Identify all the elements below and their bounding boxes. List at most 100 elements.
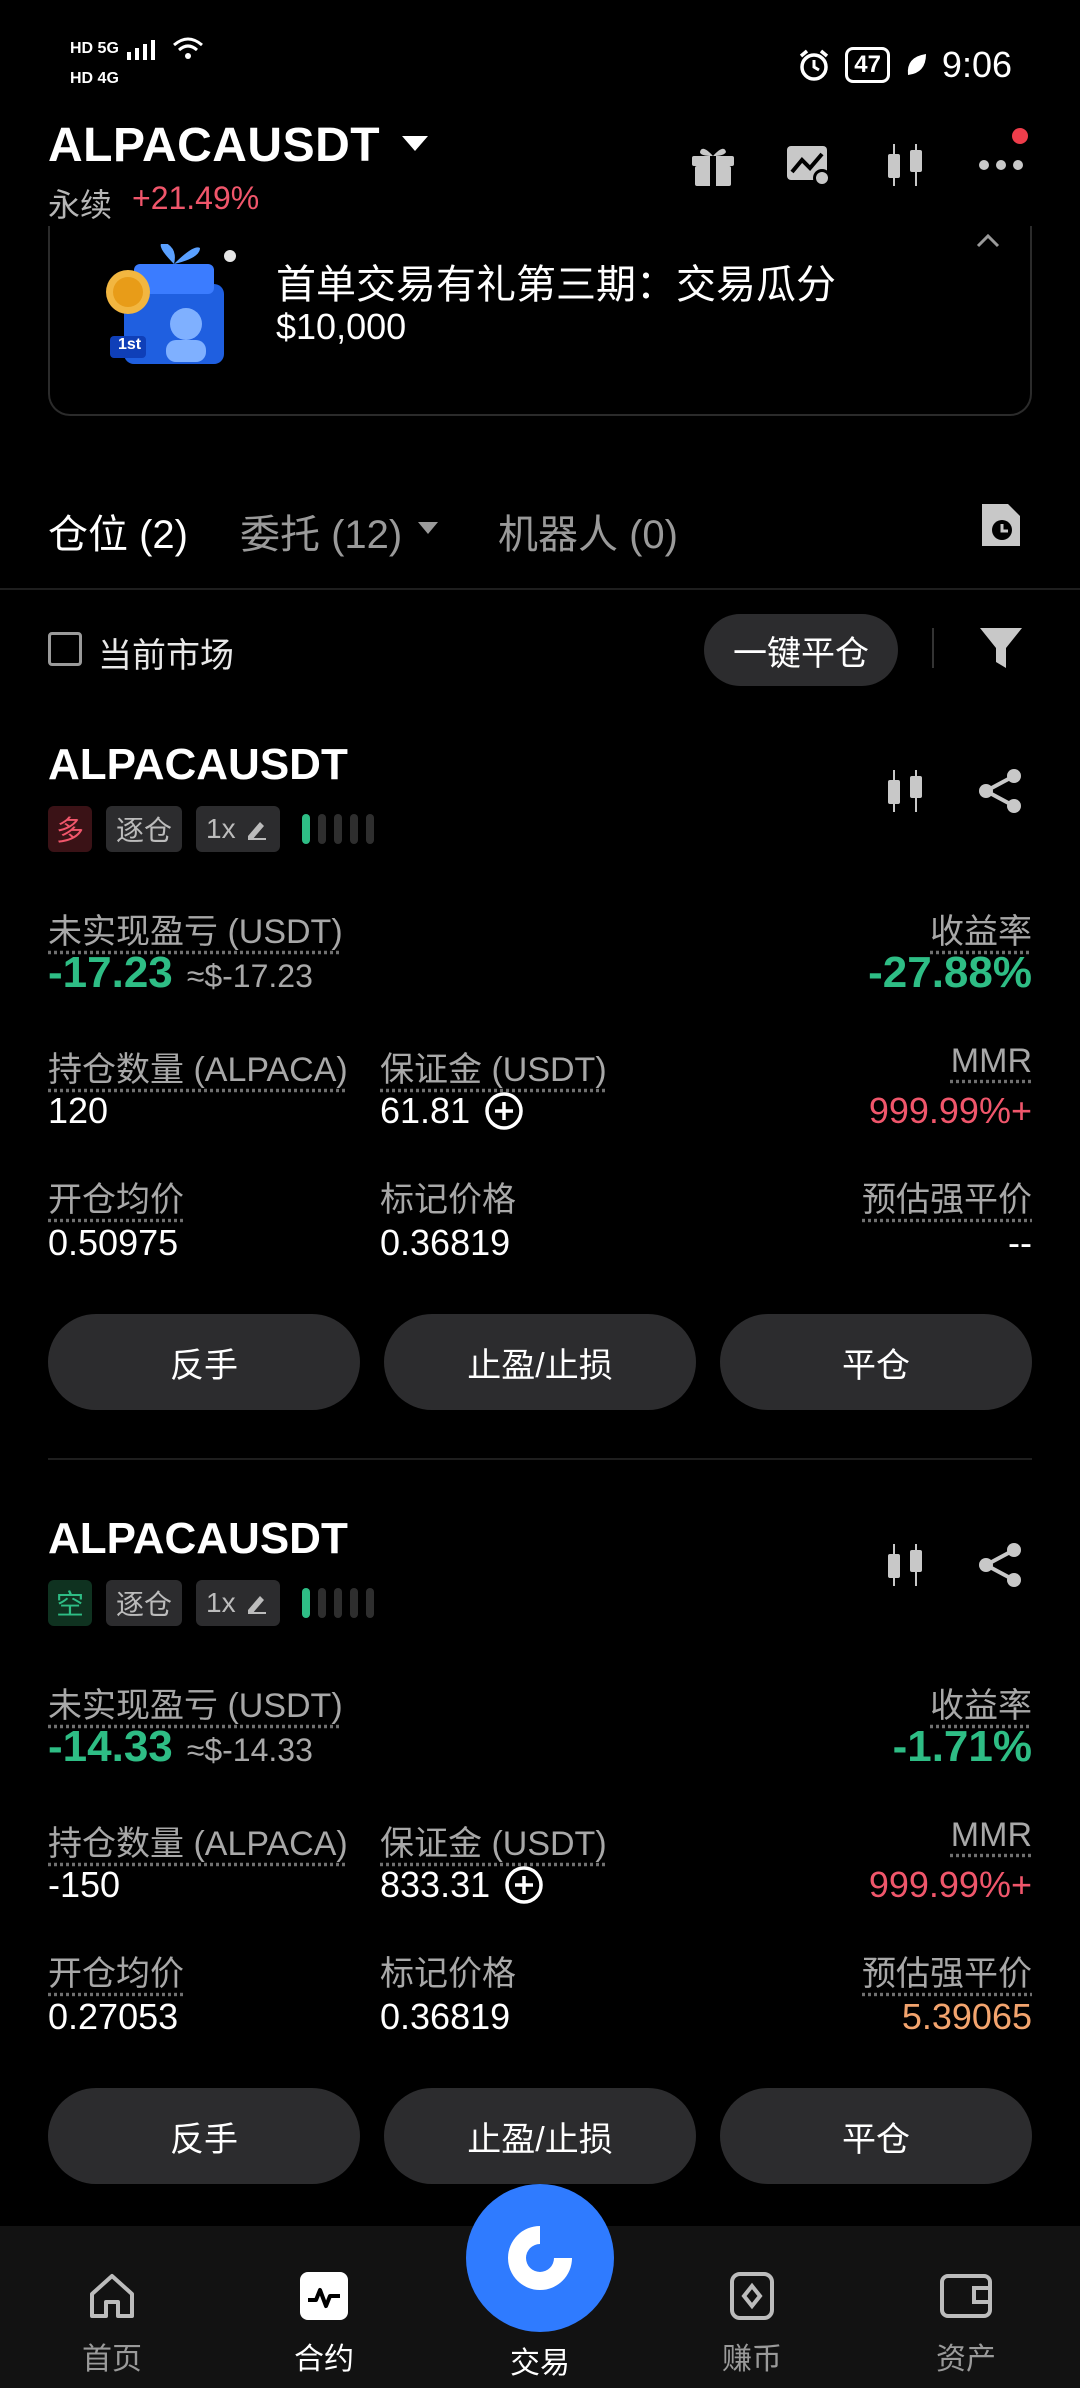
leverage-level-bars [301, 1588, 374, 1618]
add-margin-icon[interactable] [484, 1091, 524, 1131]
collapse-chevron-icon[interactable] [974, 226, 1002, 254]
margin-value: 61.81 [380, 1090, 471, 1131]
mmr-value: 999.99%+ [868, 1090, 1032, 1131]
position-divider [48, 1458, 1032, 1460]
current-market-checkbox[interactable] [48, 632, 82, 666]
promo-title: 首单交易有礼第三期：交易瓜分 [276, 263, 836, 307]
candlestick-icon[interactable] [880, 140, 930, 190]
edit-icon [247, 1596, 266, 1614]
entry-price-value: 0.27053 [48, 1996, 179, 2037]
unrealized-pnl-label: 未实现盈亏 (USDT) [48, 1687, 343, 1725]
nav-trade-fab[interactable] [466, 2184, 614, 2332]
futures-icon [300, 2272, 348, 2320]
nav-label: 首页 [82, 2343, 142, 2376]
sim1-label: HD 5G [70, 40, 119, 57]
reverse-button[interactable]: 反手 [48, 2088, 360, 2184]
roe-label: 收益率 [930, 913, 1032, 951]
filter-icon[interactable] [978, 624, 1024, 672]
more-icon[interactable] [976, 140, 1026, 190]
filter-separator [932, 628, 934, 668]
sim2-label: HD 4G [70, 70, 119, 87]
position-symbol[interactable]: ALPACAUSDT [48, 740, 348, 790]
tp-sl-button[interactable]: 止盈/止损 [384, 2088, 696, 2184]
tab-positions[interactable]: 仓位 (2) [48, 502, 188, 560]
margin-label: 保证金 (USDT) [380, 1825, 607, 1863]
unrealized-pnl-label: 未实现盈亏 (USDT) [48, 913, 343, 951]
signal-indicators: HD 5G HD 4G [70, 36, 205, 90]
share-icon[interactable] [976, 766, 1026, 816]
nav-home[interactable]: 首页 [52, 2270, 172, 2378]
price-change: +21.49% [132, 180, 260, 216]
tab-orders[interactable]: 委托 (12) [240, 502, 402, 560]
unrealized-pnl-value: -17.23 [48, 948, 173, 997]
battery-indicator: 47 [845, 47, 890, 83]
edit-icon [247, 822, 266, 840]
trade-icon [508, 2226, 572, 2290]
entry-price-value: 0.50975 [48, 1222, 179, 1263]
mark-price-label: 标记价格 [380, 1955, 516, 1993]
leverage-level-bars [301, 814, 374, 844]
tp-sl-button[interactable]: 止盈/止损 [384, 1314, 696, 1410]
nav-label: 赚币 [722, 2343, 782, 2376]
roe-label: 收益率 [930, 1687, 1032, 1725]
orders-dropdown-caret-icon[interactable] [418, 522, 438, 534]
nav-assets[interactable]: 资产 [906, 2270, 1026, 2378]
liq-price-value: -- [1008, 1222, 1032, 1263]
signal-icon [126, 40, 155, 60]
history-icon[interactable] [978, 500, 1024, 550]
nav-label: 合约 [294, 2343, 354, 2376]
alarm-icon [800, 49, 829, 81]
leverage-value: 1x [206, 813, 236, 844]
current-market-label: 当前市场 [98, 637, 234, 675]
mmr-label: MMR [950, 1042, 1032, 1080]
position-symbol[interactable]: ALPACAUSDT [48, 1514, 348, 1564]
margin-label: 保证金 (USDT) [380, 1051, 607, 1089]
liq-price-label: 预估强平价 [862, 1955, 1032, 1993]
close-position-button[interactable]: 平仓 [720, 2088, 1032, 2184]
reverse-button[interactable]: 反手 [48, 1314, 360, 1410]
add-margin-icon[interactable] [504, 1865, 544, 1905]
unrealized-pnl-usd: ≈$-17.23 [186, 958, 313, 994]
unrealized-pnl-usd: ≈$-14.33 [186, 1732, 313, 1768]
pair-title[interactable]: ALPACAUSDT [48, 118, 380, 173]
liq-price-value: 5.39065 [901, 1996, 1032, 2037]
roe-value: -27.88% [868, 948, 1032, 997]
status-bar: HD 5G HD 4G 47 9:06 [0, 0, 1080, 120]
promo-badge: 1st [118, 336, 142, 353]
roe-value: -1.71% [892, 1722, 1032, 1771]
nav-futures[interactable]: 合约 [264, 2270, 384, 2378]
margin-mode-badge: 逐仓 [106, 806, 183, 852]
nav-label: 交易 [510, 2347, 570, 2380]
leverage-badge[interactable]: 1x [196, 1580, 280, 1626]
wallet-icon [940, 2274, 992, 2318]
position-size-value: 120 [48, 1090, 109, 1131]
pair-dropdown-caret-icon[interactable] [402, 136, 428, 151]
position-size-label: 持仓数量 (ALPACA) [48, 1051, 348, 1089]
mmr-value: 999.99%+ [868, 1864, 1032, 1905]
gift-icon[interactable] [688, 140, 738, 190]
leverage-value: 1x [206, 1587, 236, 1618]
notification-dot [1012, 128, 1028, 144]
nav-label: 资产 [936, 2343, 996, 2376]
nav-earn[interactable]: 赚币 [692, 2270, 812, 2378]
clock: 9:06 [941, 44, 1012, 85]
candlestick-icon[interactable] [880, 1540, 930, 1590]
mark-price-label: 标记价格 [380, 1181, 516, 1219]
tab-bots[interactable]: 机器人 (0) [498, 502, 678, 560]
leverage-badge[interactable]: 1x [196, 806, 280, 852]
leaf-icon [907, 54, 926, 75]
chart-settings-icon[interactable] [784, 140, 834, 190]
close-all-button[interactable]: 一键平仓 [704, 614, 898, 686]
candlestick-icon[interactable] [880, 766, 930, 816]
wifi-icon [172, 37, 203, 59]
mmr-label: MMR [950, 1816, 1032, 1854]
close-position-button[interactable]: 平仓 [720, 1314, 1032, 1410]
side-badge: 空 [48, 1580, 92, 1626]
tabs-divider [0, 588, 1080, 590]
home-icon [90, 2274, 134, 2318]
share-icon[interactable] [976, 1540, 1026, 1590]
contract-type: 永续 [48, 187, 113, 223]
mark-price-value: 0.36819 [380, 1996, 511, 2037]
entry-price-label: 开仓均价 [48, 1181, 184, 1219]
unrealized-pnl-value: -14.33 [48, 1722, 173, 1771]
